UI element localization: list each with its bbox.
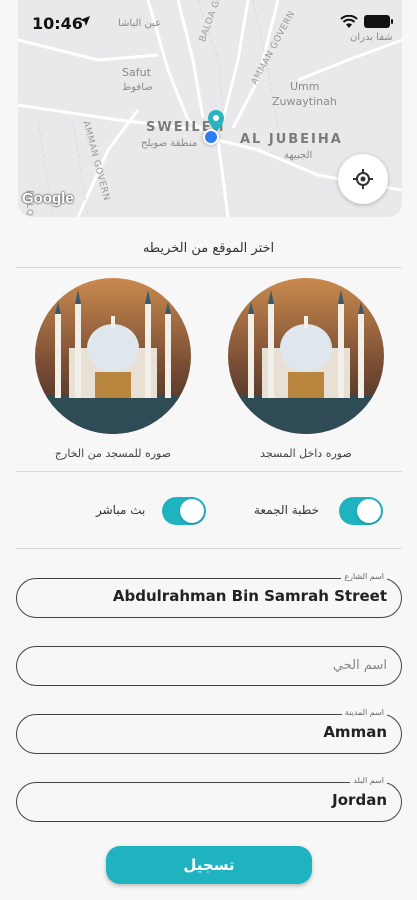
map-label-safut-ar: صافوط (122, 82, 153, 93)
street-name-value: Abdulrahman Bin Samrah Street (112, 587, 387, 605)
map-label-zuwaytinah: Zuwaytinah (272, 95, 337, 108)
city-name-tag: اسم المدينة (341, 708, 387, 717)
mosque-outside-photo[interactable] (35, 278, 191, 434)
divider (16, 471, 402, 472)
friday-sermon-toggle[interactable] (339, 497, 383, 525)
city-name-value: Amman (323, 723, 387, 741)
district-name-placeholder: اسم الحي (332, 658, 387, 673)
toggle-knob (357, 499, 381, 523)
pick-location-label: اختر الموقع من الخريطه (142, 241, 275, 256)
live-stream-toggle[interactable] (162, 497, 206, 525)
country-name-field[interactable]: اسم البلد Jordan (16, 776, 402, 822)
map-label-sweileh-ar: منطقة صويلح (141, 138, 198, 149)
map-label-umm: Umm (290, 80, 320, 93)
street-name-field[interactable]: اسم الشارع Abdulrahman Bin Samrah Street (16, 572, 402, 618)
divider (16, 548, 402, 549)
country-name-tag: اسم البلد (350, 776, 387, 785)
status-bar: 10:46 (0, 0, 417, 46)
mosque-image (35, 278, 191, 434)
current-location-dot (203, 129, 219, 145)
battery-icon (364, 15, 393, 28)
mosque-inside-photo[interactable] (228, 278, 384, 434)
map-label-jubeiha: AL JUBEIHA (240, 132, 343, 147)
map-label-safut: Safut (122, 66, 151, 79)
register-button[interactable]: تسجيل (106, 846, 312, 884)
google-logo: Google (22, 190, 74, 207)
inside-photo-caption: صوره داخل المسجد (260, 447, 352, 460)
divider (16, 267, 402, 268)
map-label-jubeiha-ar: الجبيهة (284, 150, 313, 161)
district-name-field[interactable]: اسم الحي (16, 646, 402, 686)
street-name-tag: اسم الشارع (341, 572, 387, 581)
friday-sermon-label: خطبة الجمعة (254, 503, 320, 517)
status-time: 10:46 (32, 14, 83, 33)
mosque-image (228, 278, 384, 434)
toggle-knob (180, 499, 204, 523)
country-name-value: Jordan (332, 791, 387, 809)
my-location-icon (353, 169, 373, 189)
my-location-button[interactable] (338, 154, 388, 204)
live-stream-label: بث مباشر (96, 503, 146, 517)
register-mosque-screen: عين الباشا BALOA GOVER AMMAN GOVERN شفا … (0, 0, 417, 900)
outside-photo-caption: صوره للمسجد من الخارج (54, 447, 172, 460)
city-name-field[interactable]: اسم المدينة Amman (16, 708, 402, 754)
wifi-icon (340, 15, 358, 28)
location-arrow-icon (80, 16, 90, 26)
